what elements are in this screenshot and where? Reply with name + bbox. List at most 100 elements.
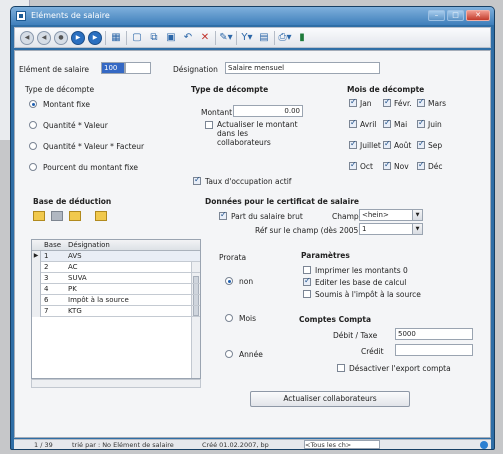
actualiser-collaborateurs-button[interactable]: Actualiser collaborateurs <box>250 391 410 407</box>
designation-field[interactable]: Salaire mensuel <box>225 62 380 74</box>
param-checkbox[interactable] <box>303 266 311 274</box>
part-salaire-checkbox[interactable] <box>219 210 227 220</box>
param-checkbox[interactable] <box>303 276 311 286</box>
folder-icon[interactable] <box>33 211 45 221</box>
folder-add-icon[interactable] <box>95 211 107 221</box>
month-checkbox[interactable] <box>417 118 425 128</box>
filter-select[interactable]: <Tous les ch> <box>304 440 380 449</box>
month-checkbox[interactable] <box>383 139 391 149</box>
print-icon[interactable]: ⎙▾ <box>278 31 292 45</box>
delete-icon[interactable]: ✕ <box>198 31 212 45</box>
month-checkbox[interactable] <box>417 160 425 170</box>
radio-montant-fixe[interactable] <box>29 100 37 108</box>
created-info: Créé 01.02.2007, bp <box>202 441 269 449</box>
taux-checkbox[interactable] <box>193 175 201 185</box>
champ-select[interactable]: <hein> ▼ <box>359 209 423 221</box>
month-checkbox[interactable] <box>349 118 357 128</box>
debit-label: Débit / Taxe <box>333 331 378 340</box>
table-row[interactable]: ▶ 1 AVS <box>32 251 200 262</box>
debit-field[interactable]: 5000 <box>395 328 473 340</box>
row-selector[interactable] <box>32 284 41 295</box>
radio-prorata-non[interactable] <box>225 277 233 285</box>
cell-base: 7 <box>44 307 49 315</box>
play-icon[interactable]: ● <box>54 30 68 45</box>
table-row[interactable]: 4 PK <box>32 284 200 295</box>
table-row[interactable]: 7 KTG <box>32 306 200 317</box>
table-row[interactable]: 3 SUVA <box>32 273 200 284</box>
montant-label: Montant <box>201 108 233 117</box>
month-label: Mars <box>428 99 447 108</box>
base-toolbar <box>33 211 163 225</box>
toolbar: ◀ ◀ ● ▶ ▶ ▦ ▢ ⧉ ▣ ↶ ✕ ✎▾ Y▾ ▤ ⎙▾ ▮ <box>14 27 491 48</box>
table-hscrollbar[interactable] <box>31 379 201 388</box>
new-icon[interactable]: ▢ <box>130 31 144 45</box>
actualiser-label: Actualiser le montant dans les collabora… <box>217 120 298 147</box>
row-selector[interactable] <box>32 262 41 273</box>
minimize-button[interactable]: – <box>428 10 445 21</box>
type-decompte-title-2: Type de décompte <box>191 85 269 94</box>
month-checkbox[interactable] <box>383 97 391 107</box>
month-checkbox[interactable] <box>417 97 425 107</box>
row-selector[interactable] <box>32 306 41 317</box>
excel-icon[interactable]: ▮ <box>295 31 309 45</box>
table-row[interactable]: 6 Impôt à la source <box>32 295 200 306</box>
montant-field[interactable]: 0.00 <box>233 105 303 117</box>
month-label: Août <box>394 141 412 150</box>
copy-icon[interactable]: ⧉ <box>147 31 161 45</box>
element-field-ext[interactable] <box>125 62 151 74</box>
month-checkbox[interactable] <box>349 139 357 149</box>
hand-icon[interactable] <box>51 211 63 221</box>
ref-select[interactable]: 1 ▼ <box>359 223 423 235</box>
month-checkbox[interactable] <box>417 139 425 149</box>
radio-quantite-valeur-facteur[interactable] <box>29 142 37 150</box>
maximize-button[interactable]: □ <box>447 10 464 21</box>
radio-pourcent[interactable] <box>29 163 37 171</box>
folder-open-icon[interactable] <box>69 211 81 221</box>
month-checkbox[interactable] <box>349 160 357 170</box>
next-icon[interactable]: ▶ <box>71 30 85 45</box>
actualiser-checkbox[interactable] <box>205 121 213 129</box>
prev-icon[interactable]: ◀ <box>37 30 51 45</box>
book-icon[interactable]: ▤ <box>257 31 271 45</box>
base-title: Base de déduction <box>33 197 112 206</box>
credit-field[interactable] <box>395 344 473 356</box>
param-label: Editer les base de calcul <box>315 278 407 287</box>
month-checkbox[interactable] <box>383 160 391 170</box>
undo-icon[interactable]: ↶ <box>181 31 195 45</box>
info-icon[interactable] <box>480 441 488 449</box>
filter-icon[interactable]: Y▾ <box>240 31 254 45</box>
month-checkbox[interactable] <box>349 97 357 107</box>
row-selector[interactable] <box>32 273 41 284</box>
window-elements-salaire: Eléments de salaire – □ ✕ ◀ ◀ ● ▶ ▶ ▦ ▢ … <box>10 6 495 450</box>
record-counter: 1 / 39 <box>34 441 53 449</box>
parametres-title: Paramètres <box>301 251 350 260</box>
param-checkbox[interactable] <box>303 290 311 298</box>
cell-base: 6 <box>44 296 49 304</box>
table-row[interactable]: 2 AC <box>32 262 200 273</box>
grid-icon[interactable]: ▦ <box>109 31 123 45</box>
row-selector[interactable] <box>32 295 41 306</box>
base-table: Base Désignation ▶ 1 AVS 2 AC 3 SUVA 4 PK 6 Impôt … <box>31 239 201 379</box>
part-salaire-label: Part du salaire brut <box>231 212 303 221</box>
table-header: Base Désignation <box>32 240 200 251</box>
element-field[interactable]: 100 <box>101 62 125 74</box>
month-label: Juin <box>428 120 442 129</box>
close-button[interactable]: ✕ <box>466 10 490 21</box>
last-icon[interactable]: ▶ <box>88 30 102 45</box>
cell-designation: AC <box>68 263 78 271</box>
type-decompte-title: Type de décompte <box>25 85 95 94</box>
save-icon[interactable]: ▣ <box>164 31 178 45</box>
desactiver-checkbox[interactable] <box>337 364 345 372</box>
mois-title: Mois de décompte <box>347 85 425 94</box>
cell-base: 2 <box>44 263 49 271</box>
radio-prorata-mois[interactable] <box>225 314 233 322</box>
first-icon[interactable]: ◀ <box>20 30 34 45</box>
tools-icon[interactable]: ✎▾ <box>219 31 233 45</box>
title-bar[interactable]: Eléments de salaire – □ ✕ <box>11 7 494 25</box>
radio-prorata-annee[interactable] <box>225 350 233 358</box>
radio-quantite-valeur[interactable] <box>29 121 37 129</box>
month-label: Déc <box>428 162 443 171</box>
row-selector[interactable]: ▶ <box>32 251 41 262</box>
month-checkbox[interactable] <box>383 118 391 128</box>
cell-designation: AVS <box>68 252 82 260</box>
